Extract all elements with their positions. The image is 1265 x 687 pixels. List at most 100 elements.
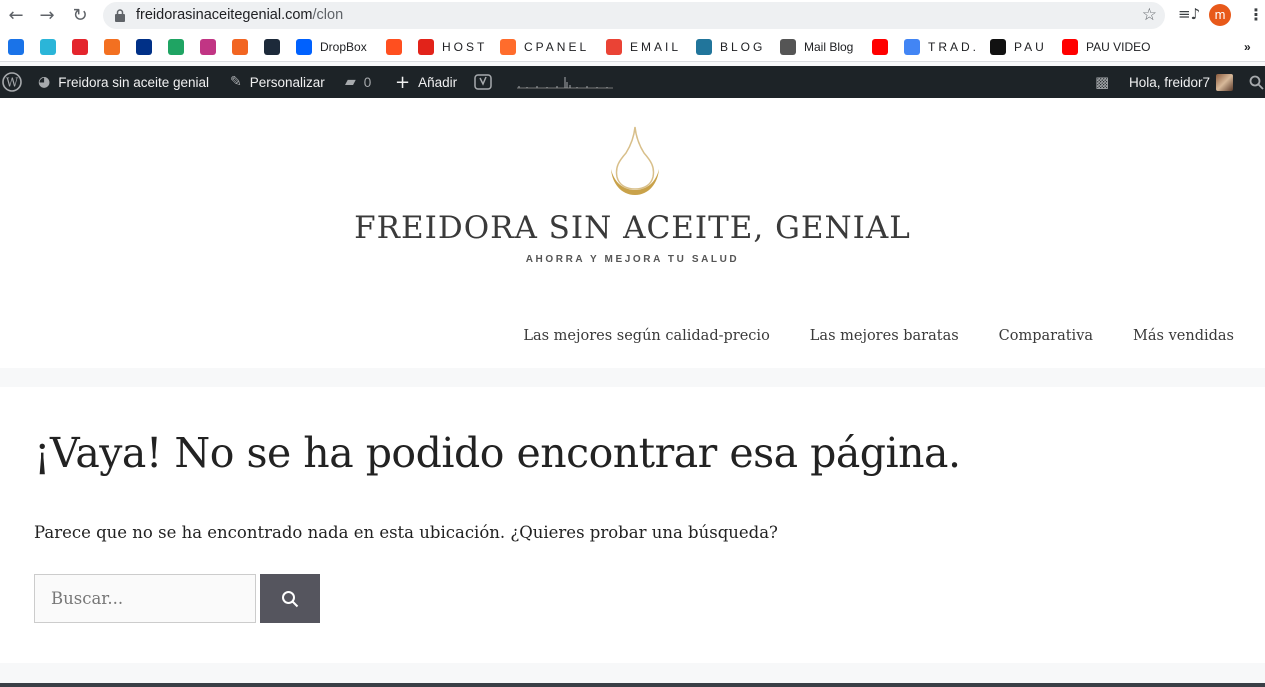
drive-icon [168,39,184,55]
bookmark-item[interactable] [104,39,128,55]
notifications-icon[interactable]: ▩ [1095,66,1117,98]
bookmark-item[interactable]: HOST [418,39,487,55]
bookmark-item[interactable] [200,39,224,55]
dropbox-icon [296,39,312,55]
vo-icon [990,39,1006,55]
url-domain: freidorasinaceitegenial.com [136,7,313,23]
paypal-icon [136,39,152,55]
wp-add-new[interactable]: + Añadir [395,66,457,98]
main-navigation: Las mejores según calidad-precio Las mej… [523,328,1265,348]
bookmark-item[interactable] [264,39,288,55]
url-path: /clon [312,7,344,23]
bookmark-item[interactable]: PAU VIDEO [1062,39,1150,55]
bookmark-star-icon[interactable]: ☆ [1142,5,1157,25]
menu-kebab-icon[interactable]: ⋮ [1248,5,1264,24]
add-new-label: Añadir [418,74,458,90]
translate-icon [904,39,920,55]
site-tagline: AHORRA Y MEJORA TU SALUD [525,254,740,265]
bookmarks-bar: DropBox HOST CPANEL EMAIL BLOG Mail Blog TRAD.… [0,32,1265,62]
instagram-icon [200,39,216,55]
bookmark-item[interactable] [168,39,192,55]
bookmarks-overflow-icon[interactable]: » [1244,39,1251,55]
bookmark-item[interactable] [232,39,256,55]
forward-arrow-icon[interactable]: → [37,6,57,26]
site-logo-title[interactable]: FREIDORA SIN ACEITE, GENIAL [0,210,1265,246]
browser-toolbar: ← → ↻ freidorasinaceitegenial.com/clon ☆… [0,0,1265,32]
oil-drop-logo-icon[interactable] [608,125,662,197]
squares-icon [264,39,280,55]
youtube-icon [1062,39,1078,55]
bookmark-label: BLOG [720,40,766,54]
stats-sparkline[interactable] [517,66,613,98]
bookmark-item[interactable]: TRAD. [904,39,979,55]
pocket-icon [72,39,88,55]
wp-site-name[interactable]: ◕ Freidora sin aceite genial [38,66,209,98]
dashboard-icon: ◕ [38,74,51,90]
svg-text:W: W [6,76,19,90]
error-404-content: ¡Vaya! No se ha podido encontrar esa pág… [0,387,1265,663]
search-input[interactable]: Buscar... [34,574,256,623]
om-icon [232,39,248,55]
c-icon [8,39,24,55]
back-arrow-icon[interactable]: ← [6,6,26,26]
greeting-label: Hola, freidor7 [1129,74,1211,90]
bookmark-label: HOST [442,40,488,54]
bookmark-label: CPANEL [524,40,590,54]
wp-customize[interactable]: ✎ Personalizar [230,66,325,98]
n-icon [386,39,402,55]
bookmark-item[interactable] [8,39,32,55]
comments-count: 0 [363,74,372,90]
footer-edge [0,683,1265,687]
bookmark-item[interactable]: EMAIL [606,39,681,55]
comment-bubble-icon: ▰ [345,74,356,90]
nav-link-mas-vendidas[interactable]: Más vendidas [1133,328,1234,348]
site-header: FREIDORA SIN ACEITE, GENIAL AHORRA Y MEJ… [0,98,1265,368]
cpanel-icon [500,39,516,55]
calendar-icon [104,39,120,55]
bookmark-item[interactable] [386,39,410,55]
bookmark-item[interactable] [72,39,96,55]
bookmark-item[interactable]: DropBox [296,39,367,55]
wordpress-logo-icon[interactable]: W [2,66,22,98]
play-icon [40,39,56,55]
youtube-icon [872,39,888,55]
nav-link-comparativa[interactable]: Comparativa [999,328,1093,348]
bookmark-label: TRAD. [928,40,979,54]
address-bar[interactable]: freidorasinaceitegenial.com/clon ☆ [103,2,1165,29]
yoast-icon[interactable] [474,66,492,98]
bookmark-item[interactable]: CPANEL [500,39,589,55]
nav-link-calidad-precio[interactable]: Las mejores según calidad-precio [523,328,769,348]
brush-icon: ✎ [230,74,242,90]
bookmark-item[interactable] [872,39,896,55]
lock-icon [115,9,125,22]
bookmark-item[interactable] [40,39,64,55]
gmail-icon [606,39,622,55]
wp-comments[interactable]: ▰ 0 [345,66,371,98]
customize-label: Personalizar [249,74,325,90]
bookmark-label: EMAIL [630,40,682,54]
reading-list-icon[interactable]: ≡♪ [1178,5,1200,23]
bookmark-item[interactable]: PAU [990,39,1047,55]
search-button[interactable] [260,574,320,623]
search-icon[interactable] [1249,66,1264,98]
bookmark-item[interactable] [136,39,160,55]
profile-avatar[interactable]: m [1209,4,1231,26]
bookmark-label: DropBox [320,40,367,54]
bookmark-item[interactable]: BLOG [696,39,765,55]
bookmark-label: PAU [1014,40,1047,54]
not-found-message: Parece que no se ha encontrado nada en e… [34,523,778,542]
user-avatar [1216,73,1234,91]
magnifier-icon [282,590,299,607]
wp-admin-bar: W ◕ Freidora sin aceite genial ✎ Persona… [0,66,1265,98]
plus-icon: + [395,71,411,93]
site-name-label: Freidora sin aceite genial [58,74,210,90]
nav-link-baratas[interactable]: Las mejores baratas [810,328,959,348]
wp-account[interactable]: Hola, freidor7 [1129,66,1234,98]
bookmark-item[interactable]: Mail Blog [780,39,853,55]
url-text: freidorasinaceitegenial.com/clon [136,7,343,23]
wordpress-icon [696,39,712,55]
mail-icon [780,39,796,55]
w-icon [418,39,434,55]
reload-icon[interactable]: ↻ [70,6,90,26]
page-title: ¡Vaya! No se ha podido encontrar esa pág… [34,429,961,477]
